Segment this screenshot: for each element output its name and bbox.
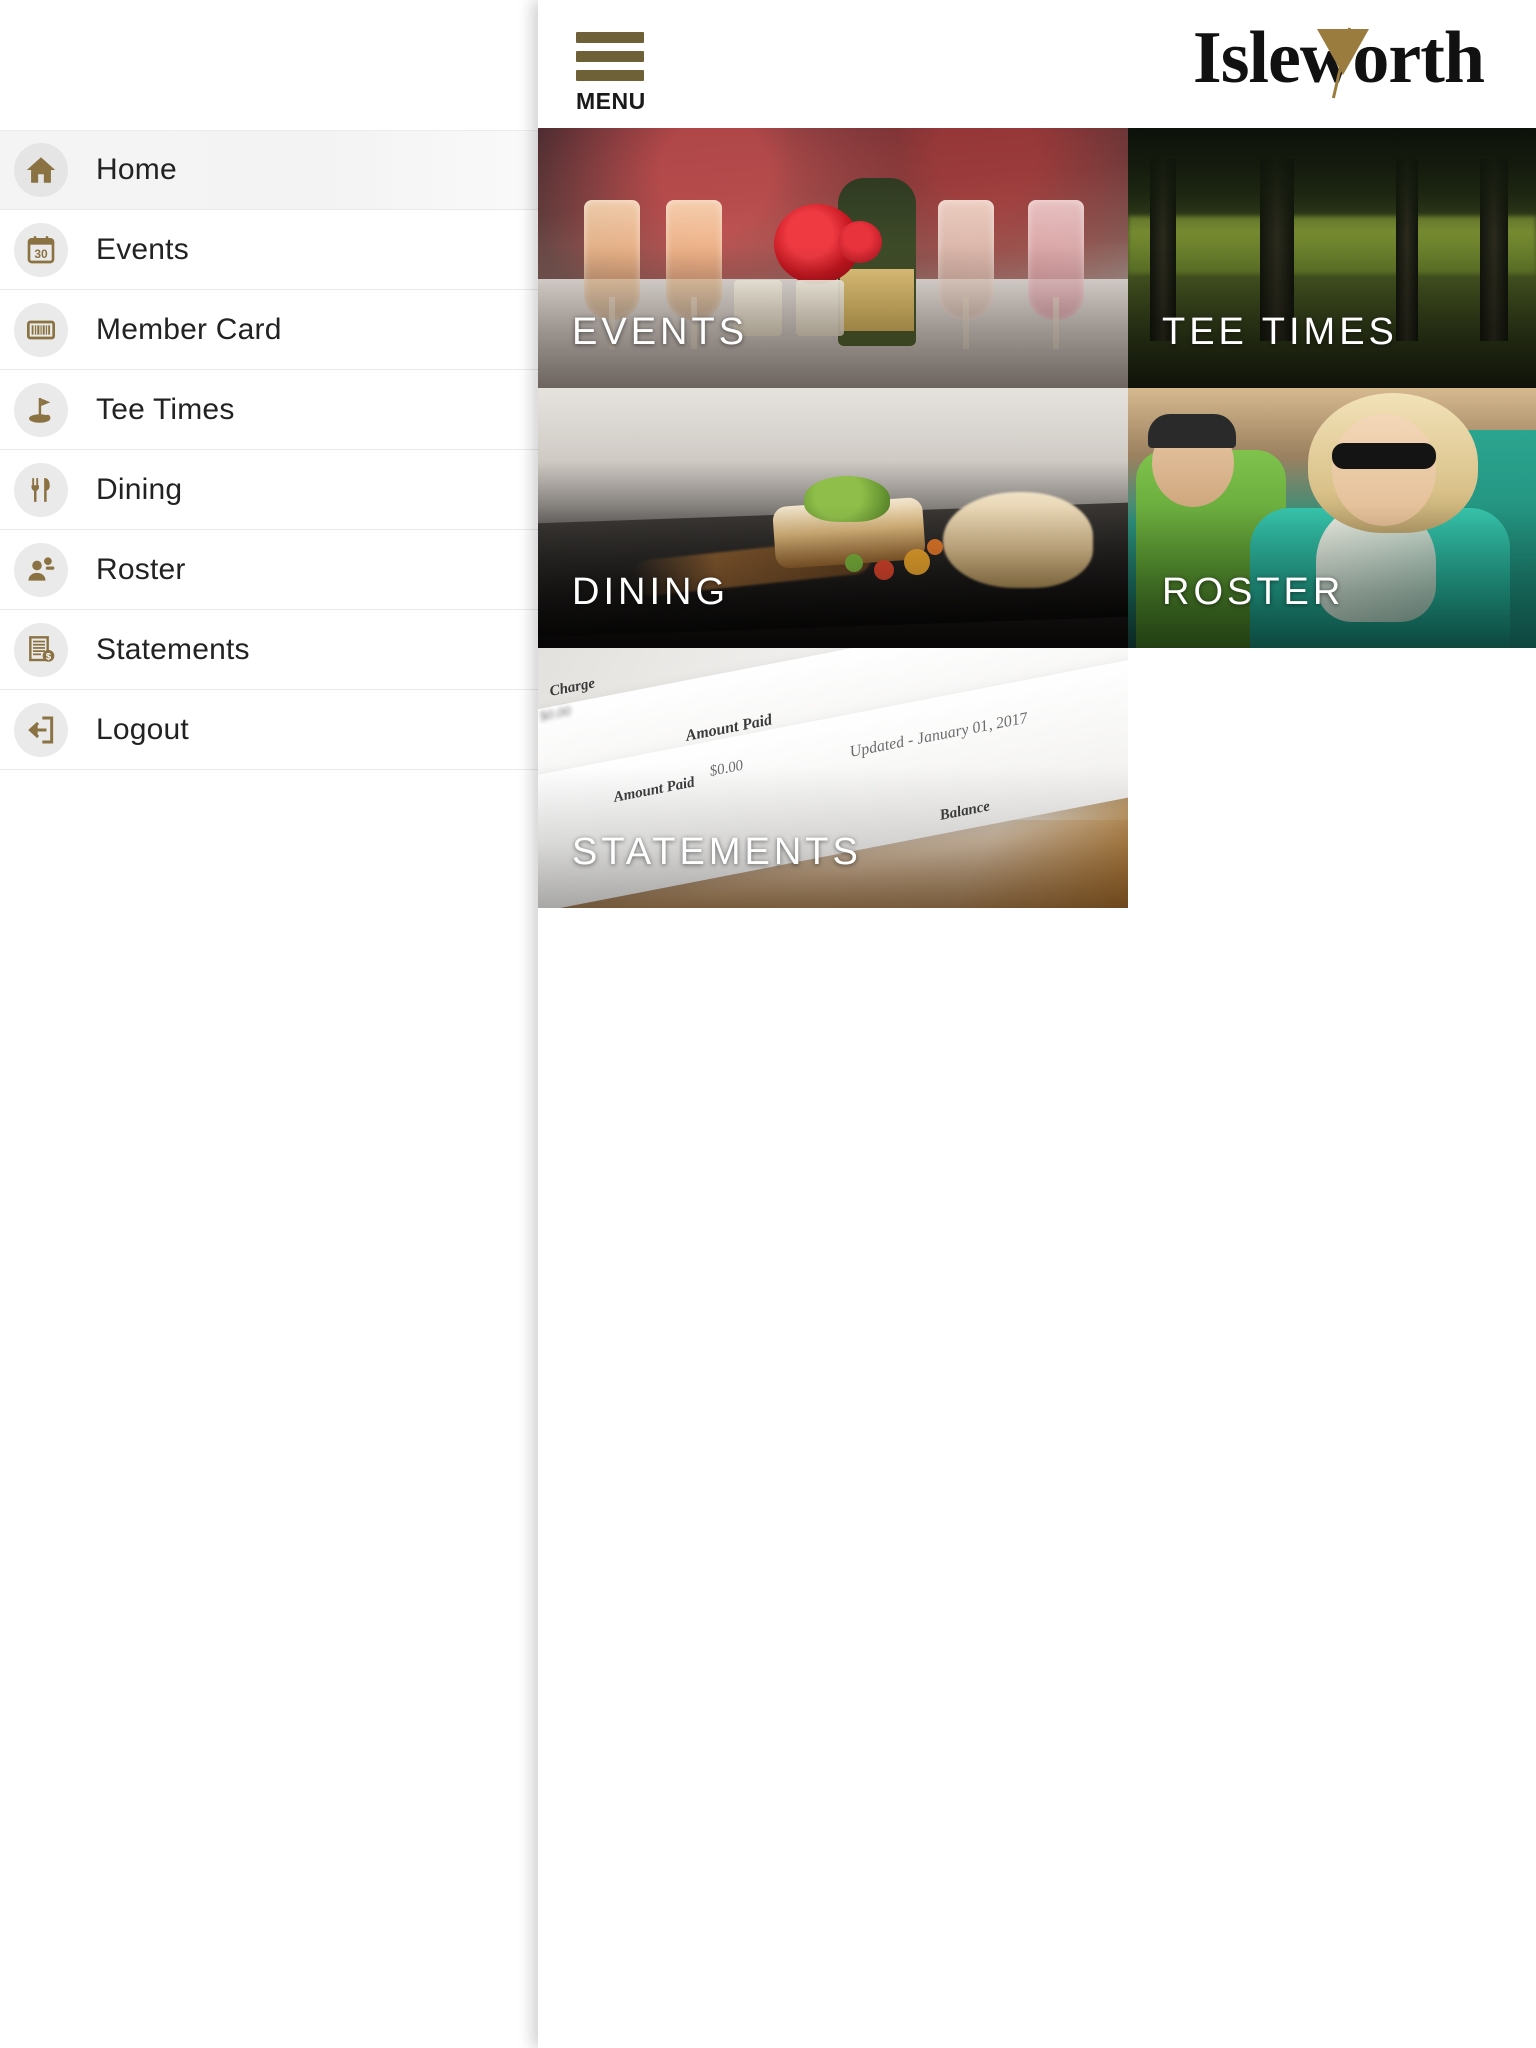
sidebar-item-tee-times[interactable]: Tee Times [0, 370, 538, 450]
tile-row: DINING ROSTER [538, 388, 1536, 648]
hamburger-menu-button[interactable]: MENU [576, 32, 656, 115]
dashboard-tile-grid: EVENTS TEE TIMES DINING ROSTER Charge $0… [538, 128, 1536, 908]
sidebar-item-label: Dining [96, 472, 183, 506]
barcode-icon [14, 302, 68, 357]
menu-label: MENU [576, 88, 646, 114]
sidebar-item-label: Statements [96, 632, 250, 666]
hamburger-menu-icon [576, 32, 656, 81]
people-icon [14, 542, 68, 597]
main-panel: MENU Isleworth EVENTS TEE TIMES DINING R… [538, 0, 1536, 2048]
tile-label: STATEMENTS [572, 831, 862, 873]
sidebar-item-label: Home [96, 153, 177, 186]
content-empty-area [538, 908, 1536, 2048]
hamburger-bar [576, 32, 644, 43]
tile-row: Charge $0.00 Amount Paid $0.00 Amount Pa… [538, 648, 1536, 908]
sidebar-item-label: Tee Times [96, 392, 235, 426]
sidebar-item-label: Member Card [96, 312, 282, 346]
tile-label: ROSTER [1162, 571, 1345, 613]
tile-tee-times[interactable]: TEE TIMES [1128, 128, 1536, 388]
tile-label: DINING [572, 571, 729, 613]
svg-text:30: 30 [34, 247, 48, 261]
hamburger-bar [576, 70, 644, 81]
tile-label: EVENTS [572, 311, 749, 353]
sidebar-item-label: Roster [96, 552, 186, 586]
svg-text:$: $ [46, 651, 52, 661]
invoice-icon: $ [14, 622, 68, 677]
sidebar-item-roster[interactable]: Roster [0, 530, 538, 610]
hamburger-bar [576, 51, 644, 62]
tile-row: EVENTS TEE TIMES [538, 128, 1536, 388]
home-icon [14, 143, 68, 197]
fork-knife-icon [14, 462, 68, 517]
tile-statements[interactable]: Charge $0.00 Amount Paid $0.00 Amount Pa… [538, 648, 1128, 908]
sidebar-item-dining[interactable]: Dining [0, 450, 538, 530]
golf-flag-icon [14, 382, 68, 437]
sidebar-item-label: Events [96, 232, 189, 266]
calendar-30-icon: 30 [14, 222, 68, 277]
sidebar-item-logout[interactable]: Logout [0, 690, 538, 770]
sidebar-item-list: Home 30 Events Member Card Tee Times Din… [0, 130, 538, 770]
tile-roster[interactable]: ROSTER [1128, 388, 1536, 648]
tile-events[interactable]: EVENTS [538, 128, 1128, 388]
isleworth-logo[interactable]: Isleworth [1193, 21, 1485, 99]
sidebar-navigation: Home 30 Events Member Card Tee Times Din… [0, 0, 538, 2048]
tile-label: TEE TIMES [1162, 311, 1398, 353]
tile-dining[interactable]: DINING [538, 388, 1128, 648]
sidebar-item-member-card[interactable]: Member Card [0, 290, 538, 370]
app-header: MENU Isleworth [538, 0, 1536, 128]
sidebar-item-statements[interactable]: $ Statements [0, 610, 538, 690]
sidebar-item-home[interactable]: Home [0, 130, 538, 210]
app-root: Home 30 Events Member Card Tee Times Din… [0, 0, 1536, 2048]
sidebar-item-label: Logout [96, 712, 189, 746]
logout-icon [14, 702, 68, 757]
sidebar-item-events[interactable]: 30 Events [0, 210, 538, 290]
